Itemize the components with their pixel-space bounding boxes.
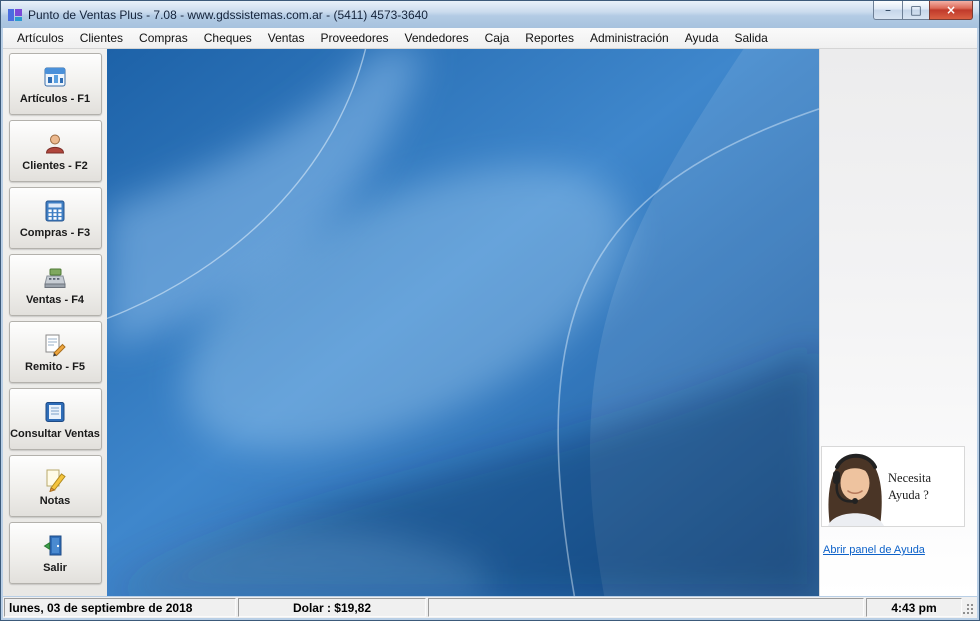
menu-clientes[interactable]: Clientes [72,28,131,48]
support-agent-avatar [822,447,888,526]
maximize-button[interactable]: □ [902,1,929,20]
desktop-wallpaper [107,49,819,596]
sidebar-button-notas[interactable]: Notas [8,455,102,517]
sidebar-label: Artículos - F1 [19,92,91,105]
sidebar-button-ventas[interactable]: Ventas - F4 [8,254,102,316]
app-icon [8,8,22,21]
sales-ledger-icon [45,401,65,422]
titlebar: Punto de Ventas Plus - 7.08 - www.gdssis… [1,1,979,28]
menu-articulos[interactable]: Artículos [9,28,72,48]
menu-proveedores[interactable]: Proveedores [312,28,396,48]
articles-icon [44,67,66,86]
statusbar: lunes, 03 de septiembre de 2018 Dolar : … [3,597,977,618]
status-dolar: Dolar : $19,82 [238,598,426,617]
open-help-panel-link[interactable]: Abrir panel de Ayuda [823,544,925,556]
sidebar-label: Salir [43,561,67,574]
resize-grip[interactable] [963,597,977,618]
help-caption: Necesita Ayuda ? [888,470,932,502]
menu-vendedores[interactable]: Vendedores [397,28,477,48]
sidebar-label: Consultar Ventas [10,427,100,440]
status-time: 4:43 pm [866,598,962,617]
sidebar-button-salir[interactable]: Salir [8,522,102,584]
menu-ventas[interactable]: Ventas [260,28,313,48]
menu-salida[interactable]: Salida [727,28,776,48]
calculator-icon [45,200,65,221]
sidebar-button-articulos[interactable]: Artículos - F1 [8,53,102,115]
minimize-button[interactable]: – [873,1,902,20]
sidebar-label: Remito - F5 [25,360,85,373]
main-area [107,49,819,596]
menu-reportes[interactable]: Reportes [517,28,582,48]
content-area: Artículos - F1 Clientes - F2 Compras - F… [3,49,977,596]
menu-compras[interactable]: Compras [131,28,196,48]
sidebar-button-clientes[interactable]: Clientes - F2 [8,120,102,182]
help-panel: Necesita Ayuda ? Abrir panel de Ayuda [819,49,977,596]
help-image: Necesita Ayuda ? [822,447,964,526]
sidebar: Artículos - F1 Clientes - F2 Compras - F… [3,49,107,596]
cash-register-icon [44,268,66,288]
window-title: Punto de Ventas Plus - 7.08 - www.gdssis… [28,7,428,22]
delivery-note-icon [45,334,66,356]
clients-icon [45,134,65,153]
sidebar-button-compras[interactable]: Compras - F3 [8,187,102,249]
sidebar-label: Notas [39,494,71,507]
sidebar-label: Clientes - F2 [22,159,88,172]
close-button[interactable]: × [929,1,973,20]
exit-door-icon [43,535,62,555]
menu-caja[interactable]: Caja [477,28,518,48]
status-filler [428,598,864,617]
menu-administracion[interactable]: Administración [582,28,677,48]
sidebar-label: Compras - F3 [19,226,91,239]
sidebar-button-remito[interactable]: Remito - F5 [8,321,102,383]
app-window: Punto de Ventas Plus - 7.08 - www.gdssis… [0,0,980,621]
pencil-icon [46,469,66,492]
sidebar-label: Ventas - F4 [25,293,85,306]
window-controls: – □ × [873,1,973,20]
menu-cheques[interactable]: Cheques [196,28,260,48]
sidebar-button-consultar-ventas[interactable]: Consultar Ventas [8,388,102,450]
menubar: Artículos Clientes Compras Cheques Venta… [3,28,977,49]
status-date: lunes, 03 de septiembre de 2018 [4,598,236,617]
menu-ayuda[interactable]: Ayuda [677,28,727,48]
